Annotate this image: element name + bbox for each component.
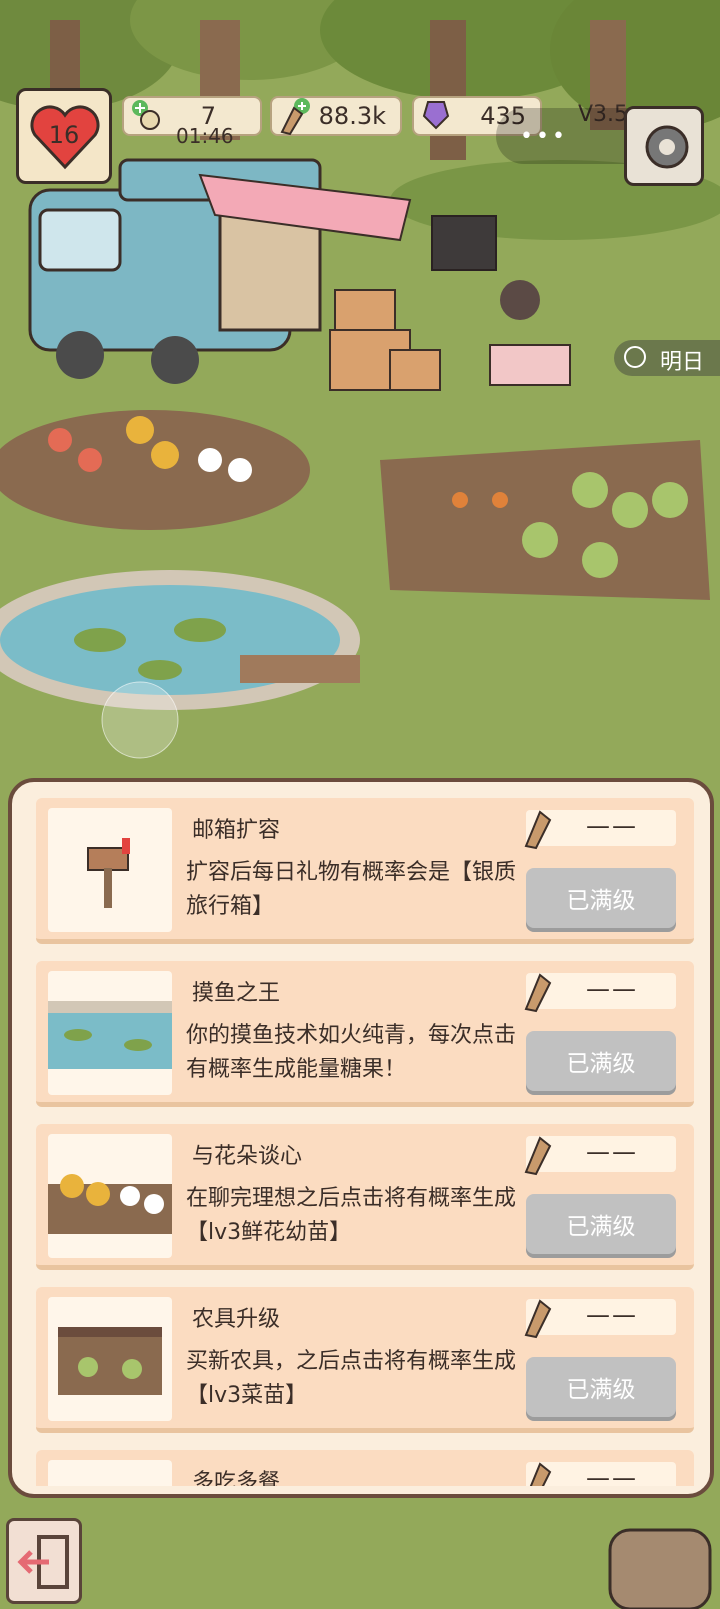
cost-value: —— bbox=[586, 975, 638, 1003]
tomorrow-label: 明日 bbox=[660, 350, 705, 375]
cost-value: —— bbox=[586, 1301, 638, 1329]
upgrade-title: 与花朵谈心 bbox=[192, 1144, 303, 1169]
fish-counter[interactable]: 88.3k bbox=[270, 96, 402, 136]
upgrade-description: 扩容后每日礼物有概率会是【银质旅行箱】 bbox=[186, 860, 517, 919]
dried-fish-icon bbox=[280, 98, 310, 136]
tomorrow-badge[interactable]: 明日 bbox=[614, 340, 720, 376]
flower-thumbnail bbox=[48, 1134, 172, 1258]
upgrade-list[interactable]: 邮箱扩容 扩容后每日礼物有概率会是【银质旅行箱】 —— 已满级 摸鱼之王 你的摸… bbox=[26, 796, 698, 1486]
vegetable-patch-icon bbox=[58, 1327, 162, 1395]
upgrade-description: 买新农具，之后点击将有概率生成【lv3菜苗】 bbox=[186, 1349, 517, 1408]
mailbox-icon bbox=[87, 838, 130, 908]
upgrade-panel: 邮箱扩容 扩容后每日礼物有概率会是【银质旅行箱】 —— 已满级 摸鱼之王 你的摸… bbox=[8, 778, 714, 1498]
garden-thumbnail bbox=[48, 1297, 172, 1421]
dried-fish-icon bbox=[524, 1299, 552, 1339]
clock-icon bbox=[624, 346, 646, 368]
hearts-value: 16 bbox=[48, 121, 80, 149]
upgrade-cost: —— bbox=[524, 1136, 676, 1176]
upgrade-title: 摸鱼之王 bbox=[192, 981, 281, 1006]
maxed-button[interactable]: 已满级 bbox=[526, 1031, 676, 1091]
flower-bed-icon bbox=[48, 1174, 172, 1234]
maxed-button[interactable]: 已满级 bbox=[526, 1357, 676, 1417]
energy-timer: 01:46 bbox=[176, 124, 234, 148]
upgrade-card-fishing: 摸鱼之王 你的摸鱼技术如火纯青，每次点击有概率生成能量糖果！ —— 已满级 bbox=[36, 961, 694, 1107]
dried-fish-icon bbox=[524, 973, 552, 1013]
upgrade-card-mailbox: 邮箱扩容 扩容后每日礼物有概率会是【银质旅行箱】 —— 已满级 bbox=[36, 798, 694, 944]
exit-button[interactable] bbox=[6, 1518, 82, 1604]
upgrade-title: 多吃多餐 bbox=[192, 1470, 281, 1486]
dried-fish-icon bbox=[524, 810, 552, 850]
meals-thumbnail bbox=[48, 1460, 172, 1486]
fish-value: 88.3k bbox=[318, 102, 386, 130]
upgrade-description: 在聊完理想之后点击将有概率生成【lv3鲜花幼苗】 bbox=[186, 1186, 517, 1245]
maxed-button[interactable]: 已满级 bbox=[526, 1194, 676, 1254]
dried-fish-icon bbox=[529, 1462, 552, 1486]
more-menu-icon[interactable]: ••• bbox=[520, 124, 568, 149]
pond-thumbnail bbox=[48, 971, 172, 1095]
exit-door-icon bbox=[17, 1535, 69, 1589]
maxed-button[interactable]: 已满级 bbox=[526, 868, 676, 928]
upgrade-title: 邮箱扩容 bbox=[192, 818, 281, 843]
upgrade-card-flowers: 与花朵谈心 在聊完理想之后点击将有概率生成【lv3鲜花幼苗】 —— 已满级 bbox=[36, 1124, 694, 1270]
cost-value: —— bbox=[586, 812, 638, 840]
upgrade-card-tools: 农具升级 买新农具，之后点击将有概率生成【lv3菜苗】 —— 已满级 bbox=[36, 1287, 694, 1433]
pond-icon bbox=[48, 1001, 172, 1069]
upgrade-cost: —— bbox=[524, 1299, 676, 1339]
upgrade-description: 你的摸鱼技术如火纯青，每次点击有概率生成能量糖果！ bbox=[186, 1023, 517, 1082]
gem-icon bbox=[422, 101, 450, 130]
mailbox-thumbnail bbox=[48, 808, 172, 932]
upgrade-cost: —— bbox=[524, 973, 676, 1013]
settings-button[interactable] bbox=[624, 106, 704, 186]
cost-value: —— bbox=[586, 1464, 638, 1486]
hearts-counter[interactable]: 16 bbox=[16, 88, 112, 184]
energy-plus-icon bbox=[132, 100, 160, 130]
upgrade-cost: —— bbox=[526, 1462, 676, 1486]
cost-value: —— bbox=[586, 1138, 638, 1166]
dried-fish-icon bbox=[524, 1136, 552, 1176]
upgrade-title: 农具升级 bbox=[192, 1307, 281, 1332]
meal-icon bbox=[48, 1460, 172, 1486]
upgrade-card-meals: 多吃多餐 —— bbox=[36, 1450, 694, 1486]
gear-icon bbox=[645, 125, 689, 169]
upgrade-cost: —— bbox=[524, 810, 676, 850]
backpack-icon[interactable] bbox=[600, 1520, 720, 1609]
